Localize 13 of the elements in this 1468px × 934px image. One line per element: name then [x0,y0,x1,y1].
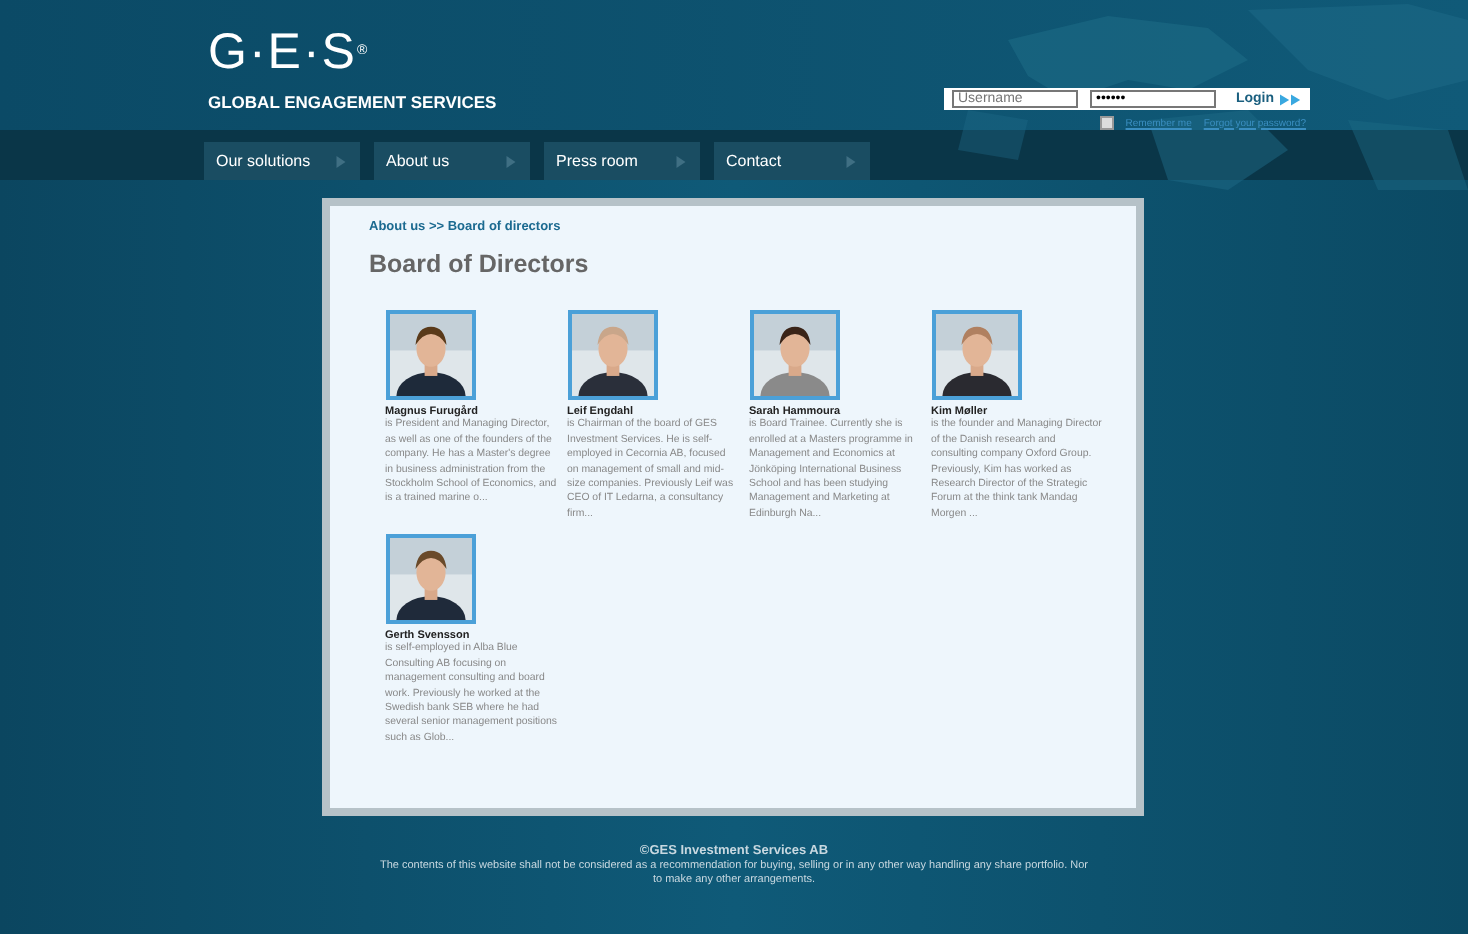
logo[interactable]: G·E·S$^{®}$ [208,24,497,80]
double-arrow-icon [1280,93,1302,105]
nav-button[interactable]: Press room [544,142,700,180]
nav-button[interactable]: Our solutions [204,142,360,180]
arrow-icon [506,155,516,167]
remember-checkbox[interactable] [1099,116,1114,130]
nav-button[interactable]: About us [374,142,530,180]
arrow-icon [336,155,346,167]
arrow-icon [676,155,686,167]
tagline: GLOBAL ENGAGEMENT SERVICES [208,92,497,112]
page-heading: Board of Directors [369,250,591,279]
nav-button[interactable]: Contact [714,142,870,180]
arrow-icon [846,155,856,167]
